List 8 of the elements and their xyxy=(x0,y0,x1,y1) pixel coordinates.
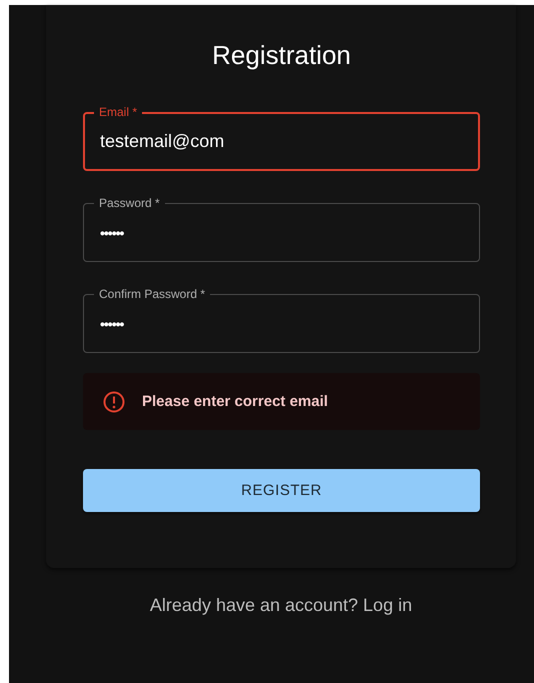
alert-message: Please enter correct email xyxy=(142,393,328,410)
field-label: Password * xyxy=(94,196,165,210)
field-label: Confirm Password * xyxy=(94,287,210,301)
login-link[interactable]: Already have an account? Log in xyxy=(46,595,516,616)
register-button[interactable]: REGISTER xyxy=(83,469,480,512)
error-icon xyxy=(103,390,125,412)
form-title: Registration xyxy=(211,40,352,70)
field-label: Email * xyxy=(94,105,142,119)
